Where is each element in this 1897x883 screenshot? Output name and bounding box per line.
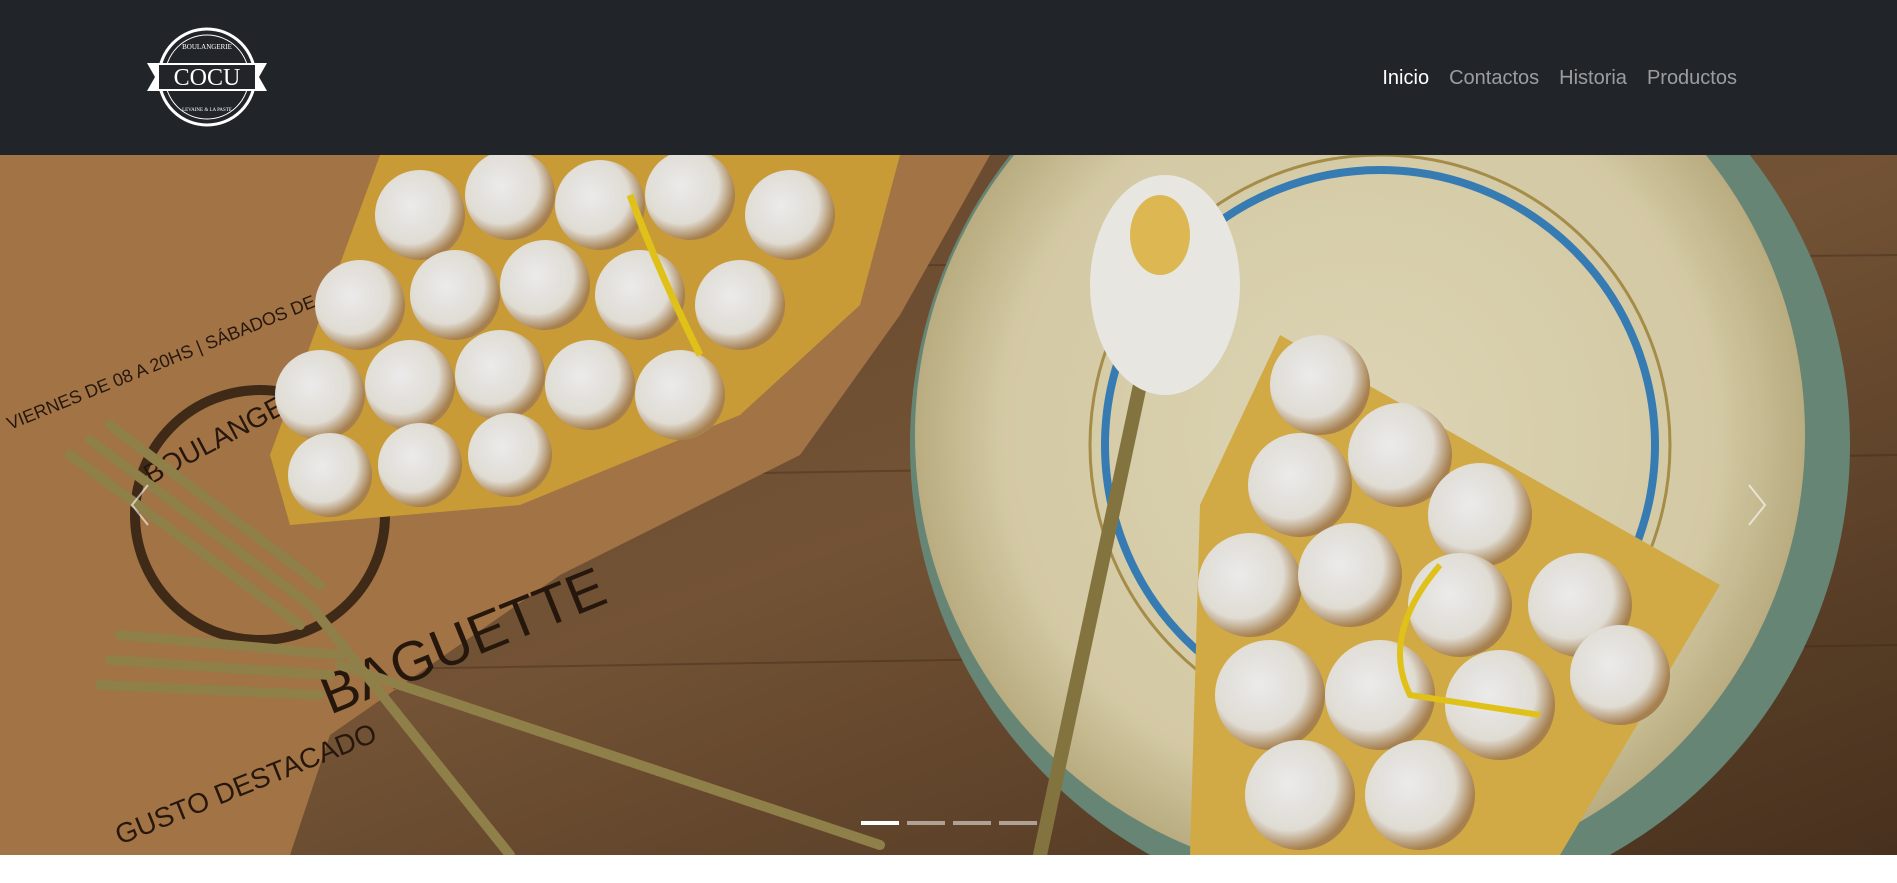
nav-link-historia[interactable]: Historia	[1549, 62, 1637, 94]
carousel-indicator-1[interactable]	[860, 821, 899, 825]
carousel-indicators	[0, 821, 1897, 825]
hero-carousel: VIERNES DE 08 A 20HS | SÁBADOS DE 10 A 2…	[0, 155, 1897, 855]
carousel-indicator-4[interactable]	[998, 821, 1037, 825]
brand-arc-top: BOULANGERIE	[182, 43, 232, 51]
nav-link-inicio[interactable]: Inicio	[1372, 62, 1439, 94]
chevron-left-icon	[130, 484, 149, 526]
carousel-indicator-2[interactable]	[906, 821, 945, 825]
main-nav: Inicio Contactos Historia Productos	[1372, 62, 1747, 94]
slide-image-lemon-pie: VIERNES DE 08 A 20HS | SÁBADOS DE 10 A 2…	[0, 155, 1897, 855]
brand-logo[interactable]: COCU BOULANGERIE LEVAINE & LA PASTE	[145, 25, 270, 130]
nav-link-contactos[interactable]: Contactos	[1439, 62, 1549, 94]
navbar: COCU BOULANGERIE LEVAINE & LA PASTE Inic…	[0, 0, 1897, 155]
chevron-right-icon	[1748, 484, 1767, 526]
brand-name: COCU	[174, 65, 241, 91]
carousel-next-button[interactable]	[1727, 465, 1787, 545]
carousel-indicator-3[interactable]	[952, 821, 991, 825]
carousel-prev-button[interactable]	[110, 465, 170, 545]
brand-arc-bottom: LEVAINE & LA PASTE	[182, 108, 232, 113]
nav-link-productos[interactable]: Productos	[1637, 62, 1747, 94]
